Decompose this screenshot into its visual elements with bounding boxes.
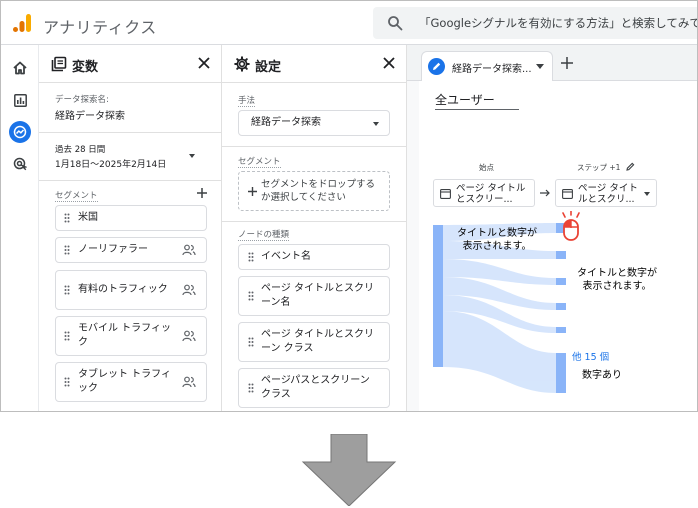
annotation-start: タイトルと数字が 表示されます。 xyxy=(457,228,537,252)
variables-panel: 変数 データ探索名: 経路データ探索 過去 28 日間 1月18日〜2025年2… xyxy=(39,45,222,411)
arrow-down-icon xyxy=(301,434,397,506)
reports-icon xyxy=(13,93,27,107)
tab-label: 経路データ探索... xyxy=(452,64,532,75)
exploration-name[interactable]: 経路データ探索 xyxy=(55,107,215,122)
segment-chip-label: ノーリファラー xyxy=(78,244,148,255)
drag-handle-icon[interactable] xyxy=(248,383,254,393)
more-nodes-label[interactable]: 他 15 個 xyxy=(572,349,609,363)
date-range-picker[interactable]: 過去 28 日間 1月18日〜2025年2月14日 xyxy=(55,143,215,173)
mouse-click-icon xyxy=(562,211,580,241)
node-type-label: ページ タイトルとスクリーン名 xyxy=(261,283,374,308)
variables-title: 変数 xyxy=(72,60,99,75)
analytics-logo-icon xyxy=(13,14,31,32)
settings-title: 設定 xyxy=(255,60,282,75)
people-icon xyxy=(182,284,196,296)
node-type-chip[interactable]: ページ タイトルとスクリーン名 xyxy=(238,276,390,316)
step-node-bar[interactable] xyxy=(556,327,566,333)
drag-handle-icon[interactable] xyxy=(64,285,70,295)
advertising-icon xyxy=(13,157,27,171)
chevron-down-icon xyxy=(189,154,195,158)
step-node-bar-more[interactable] xyxy=(556,353,566,393)
add-tab-icon[interactable] xyxy=(559,55,575,71)
segment-drop-zone[interactable]: セグメントをドロップするか選択してください xyxy=(238,171,390,211)
node-type-label: ノードの種類 xyxy=(238,230,290,241)
segment-chip[interactable]: ノーリファラー xyxy=(55,237,207,263)
app-title: アナリティクス xyxy=(43,18,157,37)
chevron-down-icon[interactable] xyxy=(536,64,544,69)
rail-reports[interactable] xyxy=(9,89,31,111)
segment-chip[interactable]: タブレット トラフィック xyxy=(55,362,207,402)
step-node-bar[interactable] xyxy=(556,251,566,259)
drag-handle-icon[interactable] xyxy=(248,337,254,347)
left-nav-rail xyxy=(1,45,39,411)
variables-header: 変数 xyxy=(39,45,221,83)
search-icon xyxy=(388,16,403,31)
exploration-canvas: 経路データ探索... 全ユーザー 始点 ステップ +1 ページ タイトルとスクリ… xyxy=(407,45,697,411)
people-icon xyxy=(182,376,196,388)
node-type-label: ページパスとスクリーン クラス xyxy=(261,375,370,400)
divider xyxy=(222,221,406,222)
segments-label: セグメント xyxy=(55,191,98,202)
technique-label: 手法 xyxy=(238,96,256,107)
add-segment-icon[interactable] xyxy=(195,186,209,200)
divider xyxy=(222,146,406,147)
segment-chip-label: 有料のトラフィック xyxy=(78,284,168,295)
node-type-label: ページ タイトルとスクリーン クラス xyxy=(261,329,374,354)
annotation-step: タイトルと数字が 表示されます。 xyxy=(577,268,657,292)
visualization-sheet: 全ユーザー 始点 ステップ +1 ページ タイトルとスクリー... ページ タイ… xyxy=(419,81,697,411)
segment-chip-label: 米国 xyxy=(78,212,98,223)
segment-chip[interactable]: モバイル トラフィック xyxy=(55,316,207,356)
pencil-icon xyxy=(428,58,445,75)
tab-path-exploration[interactable]: 経路データ探索... xyxy=(421,51,553,81)
step-node-bar[interactable] xyxy=(556,278,566,285)
rail-home[interactable] xyxy=(9,57,31,79)
segment-chip-label: タブレット トラフィック xyxy=(78,369,171,394)
drag-handle-icon[interactable] xyxy=(64,331,70,341)
divider xyxy=(39,180,221,181)
search-placeholder: 「Googleシグナルを有効にする方法」と検索してみてく xyxy=(419,16,698,30)
node-type-chip[interactable]: ページ タイトルとスクリーン クラス xyxy=(238,322,390,362)
technique-value: 経路データ探索 xyxy=(251,117,321,128)
explore-icon xyxy=(13,125,27,139)
rail-advertising[interactable] xyxy=(9,153,31,175)
divider xyxy=(39,132,221,133)
tab-bar: 経路データ探索... xyxy=(407,45,697,81)
people-icon xyxy=(182,244,196,256)
node-type-label: イベント名 xyxy=(261,251,311,262)
gear-icon xyxy=(234,56,250,72)
segment-chip[interactable]: 有料のトラフィック xyxy=(55,270,207,310)
settings-panel: 設定 手法 経路データ探索 セグメント セグメントをドロップするか選択してくださ… xyxy=(222,45,407,411)
segment-chip-label: モバイル トラフィック xyxy=(78,323,171,348)
people-icon xyxy=(182,330,196,342)
start-node-bar[interactable] xyxy=(433,225,443,367)
search-bar[interactable]: 「Googleシグナルを有効にする方法」と検索してみてく xyxy=(373,7,698,39)
step-node-bar[interactable] xyxy=(556,303,566,310)
settings-header: 設定 xyxy=(222,45,406,83)
exploration-name-section: データ探索名: 経路データ探索 xyxy=(55,93,215,122)
node-type-chip[interactable]: イベント名 xyxy=(238,244,390,270)
drag-handle-icon[interactable] xyxy=(248,291,254,301)
drag-handle-icon[interactable] xyxy=(64,377,70,387)
variables-icon xyxy=(51,56,67,72)
rail-explore[interactable] xyxy=(9,121,31,143)
analytics-window: アナリティクス 「Googleシグナルを有効にする方法」と検索してみてく 変数 … xyxy=(0,0,698,412)
drag-handle-icon[interactable] xyxy=(248,252,254,262)
add-icon xyxy=(248,187,257,196)
node-type-chip[interactable]: ページパスとスクリーン クラス xyxy=(238,368,390,408)
drag-handle-icon[interactable] xyxy=(64,245,70,255)
exploration-name-label: データ探索名: xyxy=(55,95,109,105)
segment-drop-text: セグメントをドロップするか選択してください xyxy=(261,179,376,203)
drag-handle-icon[interactable] xyxy=(64,213,70,223)
home-icon xyxy=(13,61,27,75)
segment-label: セグメント xyxy=(238,157,281,168)
technique-select[interactable]: 経路データ探索 xyxy=(238,110,390,136)
annotation-count: 数字あり xyxy=(582,370,622,381)
top-bar: アナリティクス 「Googleシグナルを有効にする方法」と検索してみてく xyxy=(1,1,698,45)
close-icon[interactable] xyxy=(196,55,212,71)
date-range-value: 1月18日〜2025年2月14日 xyxy=(55,160,167,170)
chevron-down-icon xyxy=(373,122,379,126)
close-icon[interactable] xyxy=(381,55,397,71)
segment-chip[interactable]: 米国 xyxy=(55,205,207,231)
